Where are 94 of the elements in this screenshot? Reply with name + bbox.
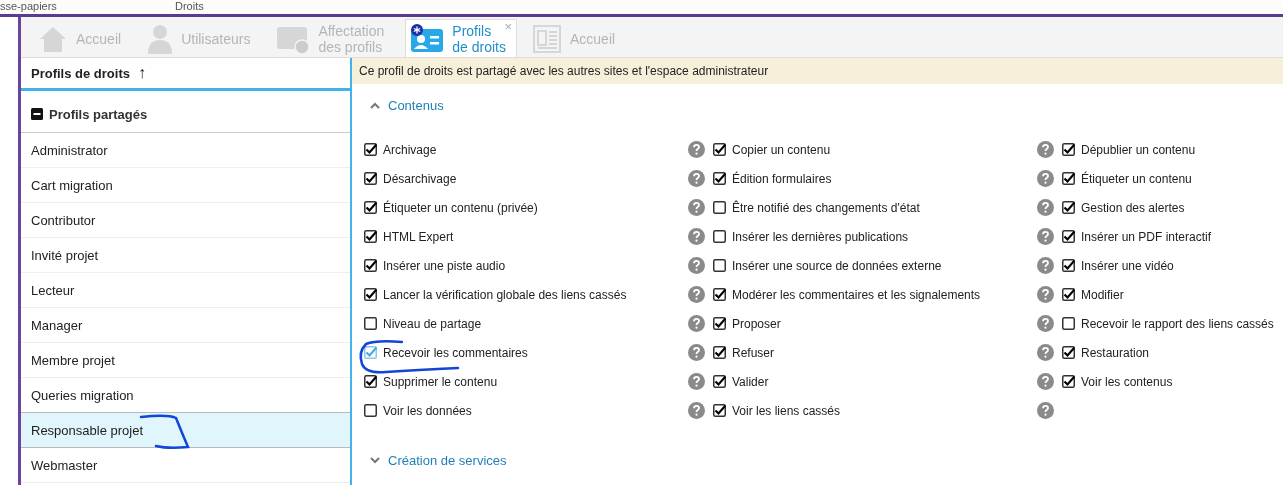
checkbox[interactable] [1062, 201, 1075, 214]
help-icon[interactable] [688, 286, 705, 303]
checkbox[interactable] [1062, 346, 1075, 359]
permission-label: Modifier [1081, 287, 1124, 302]
chevron-down-icon [370, 456, 380, 464]
permission-label: Voir les liens cassés [732, 403, 841, 418]
permission-label: Copier un contenu [732, 142, 831, 157]
checkbox[interactable] [1062, 230, 1075, 243]
help-icon[interactable] [1037, 170, 1054, 187]
person-icon [147, 23, 174, 54]
checkbox[interactable] [713, 317, 726, 330]
tab[interactable]: Profils de droits × [405, 19, 517, 57]
permission-label: Étiqueter un contenu [1081, 171, 1192, 186]
help-icon[interactable] [688, 199, 705, 216]
checkbox[interactable] [713, 404, 726, 417]
permission-label: Dépublier un contenu [1081, 142, 1196, 157]
permission-label: Supprimer le contenu [383, 374, 498, 389]
permission-label: HTML Expert [383, 229, 454, 244]
help-icon[interactable] [1037, 373, 1054, 390]
help-icon[interactable] [688, 402, 705, 419]
help-icon[interactable] [1037, 344, 1054, 361]
permission-label: Étiqueter un contenu (privée) [383, 200, 538, 215]
checkbox[interactable] [713, 259, 726, 272]
help-icon[interactable] [1037, 199, 1054, 216]
permission-label: Valider [732, 374, 769, 389]
checkbox[interactable] [1062, 375, 1075, 388]
ribbon-label: sse-papiers [0, 0, 58, 14]
document-icon [532, 23, 562, 54]
help-icon[interactable] [688, 257, 705, 274]
checkbox[interactable] [713, 375, 726, 388]
group-title: Profils partagés [49, 106, 148, 122]
help-icon[interactable] [1037, 286, 1054, 303]
info-banner: Ce profil de droits est partagé avec les autres sites et l'espace administrateur [352, 58, 1283, 84]
help-icon[interactable] [688, 344, 705, 361]
permission-label: Insérer une vidéo [1081, 258, 1174, 273]
checkbox[interactable] [364, 143, 377, 156]
checkbox[interactable] [364, 288, 377, 301]
help-icon[interactable] [688, 228, 705, 245]
permission-label: Recevoir les commentaires [383, 345, 528, 360]
checkbox[interactable] [364, 172, 377, 185]
permission-label: Recevoir le rapport des liens cassés [1081, 316, 1274, 331]
collapse-icon[interactable] [31, 108, 43, 120]
permission-label: Être notifié des changements d'état [732, 200, 920, 215]
help-icon[interactable] [688, 373, 705, 390]
permission-label: Proposer [732, 316, 781, 331]
permission-label: Voir les données [383, 403, 472, 418]
chevron-up-icon [370, 101, 380, 109]
sort-arrow[interactable]: ↑ [137, 64, 146, 82]
permission-label: Lancer la vérification globale des liens cassés [383, 287, 627, 302]
id-card-star-icon [410, 23, 445, 54]
help-icon[interactable] [1037, 402, 1054, 419]
permission-label: Désarchivage [383, 171, 457, 186]
permission-label: Restauration [1081, 345, 1150, 360]
checkbox[interactable] [364, 346, 377, 359]
help-icon[interactable] [688, 170, 705, 187]
ribbon-label: Droits [175, 0, 205, 14]
permission-label: Édition formulaires [732, 171, 832, 186]
section-title[interactable]: Création de services [388, 452, 507, 468]
permission-label: Insérer une source de données externe [732, 258, 942, 273]
checkbox[interactable] [1062, 143, 1075, 156]
checkbox[interactable] [1062, 172, 1075, 185]
checkbox[interactable] [364, 375, 377, 388]
permission-label: Insérer les dernières publications [732, 229, 909, 244]
checkbox[interactable] [1062, 259, 1075, 272]
help-icon[interactable] [688, 141, 705, 158]
checkbox[interactable] [713, 201, 726, 214]
checkbox[interactable] [364, 230, 377, 243]
checkbox[interactable] [364, 259, 377, 272]
help-icon[interactable] [1037, 257, 1054, 274]
permission-label: Modérer les commentaires et les signalements [732, 287, 981, 302]
permission-label: Refuser [732, 345, 775, 360]
help-icon[interactable] [1037, 141, 1054, 158]
help-icon[interactable] [1037, 315, 1054, 332]
checkbox[interactable] [713, 288, 726, 301]
list-header[interactable]: Profils de droits [31, 65, 130, 81]
permission-label: Insérer une piste audio [383, 258, 506, 273]
checkbox[interactable] [1062, 288, 1075, 301]
permission-label: Voir les contenus [1081, 374, 1173, 389]
checkbox[interactable] [713, 230, 726, 243]
checkbox[interactable] [364, 404, 377, 417]
checkbox[interactable] [713, 143, 726, 156]
checkbox[interactable] [364, 317, 377, 330]
permission-label: Archivage [383, 142, 437, 157]
permission-label: Insérer un PDF interactif [1081, 229, 1212, 244]
permission-label: Niveau de partage [383, 316, 482, 331]
checkbox[interactable] [713, 172, 726, 185]
help-icon[interactable] [688, 315, 705, 332]
help-icon[interactable] [1037, 228, 1054, 245]
checkbox[interactable] [1062, 317, 1075, 330]
checkbox[interactable] [364, 201, 377, 214]
profile-item[interactable]: Responsable projet [21, 412, 350, 448]
permission-label: Gestion des alertes [1081, 200, 1185, 215]
checkbox[interactable] [713, 346, 726, 359]
section-title[interactable]: Contenus [388, 97, 444, 113]
